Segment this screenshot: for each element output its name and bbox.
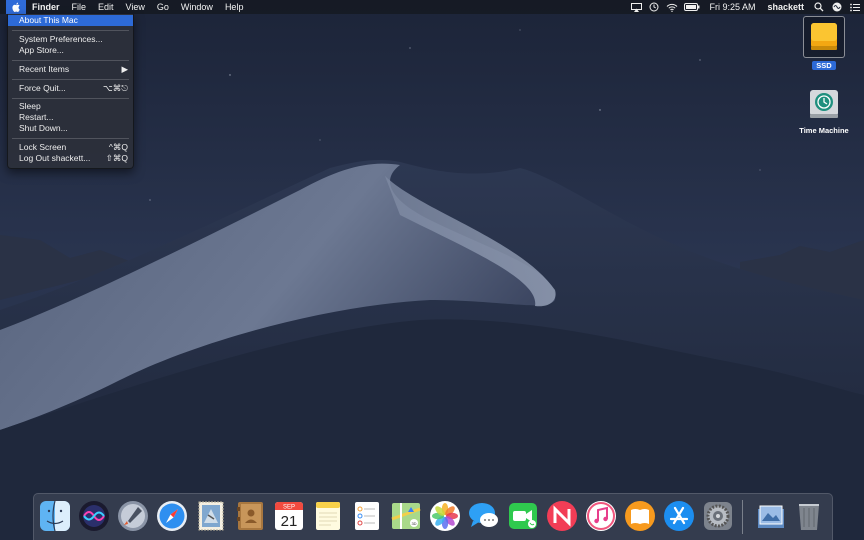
menu-go[interactable]: Go: [151, 0, 175, 14]
menu-item-shut-down[interactable]: Shut Down...: [8, 123, 133, 134]
dock-system-preferences[interactable]: [701, 499, 735, 533]
time-machine-status-icon[interactable]: [645, 0, 663, 14]
svg-text:3D: 3D: [411, 521, 416, 526]
safari-compass-icon: [157, 501, 187, 531]
menu-item-system-preferences[interactable]: System Preferences...: [8, 34, 133, 45]
menu-window[interactable]: Window: [175, 0, 219, 14]
spotlight-search-icon[interactable]: [810, 0, 828, 14]
dock-facetime[interactable]: [506, 499, 540, 533]
menu-edit[interactable]: Edit: [92, 0, 120, 14]
menu-item-lock-screen[interactable]: Lock Screen ^⌘Q: [8, 142, 133, 153]
messages-bubble-icon: [469, 503, 498, 527]
calendar-month: SEP: [283, 505, 295, 511]
apple-menu-button[interactable]: [6, 0, 26, 14]
dock-reminders[interactable]: [350, 499, 384, 533]
dock-news[interactable]: [545, 499, 579, 533]
dock-calendar[interactable]: SEP 21: [272, 499, 306, 533]
drive-icon: [803, 16, 845, 58]
dock-downloads[interactable]: [754, 499, 788, 533]
contacts-book-icon: [237, 502, 263, 530]
battery-icon[interactable]: [681, 0, 703, 14]
notes-icon: [316, 502, 340, 530]
dock-books[interactable]: [623, 499, 657, 533]
menu-bar: Finder File Edit View Go Window Help Fri…: [0, 0, 864, 14]
menubar-clock[interactable]: Fri 9:25 AM: [703, 0, 761, 14]
menu-item-sleep[interactable]: Sleep: [8, 101, 133, 112]
dock-siri[interactable]: [77, 499, 111, 533]
time-machine-drive-icon: [810, 90, 838, 118]
finder-icon: [40, 500, 70, 532]
dock-itunes[interactable]: [584, 499, 618, 533]
desktop-icon-time-machine[interactable]: Time Machine: [795, 86, 853, 135]
menu-finder[interactable]: Finder: [26, 0, 66, 14]
desktop-icon-label: Time Machine: [799, 126, 849, 135]
airplay-icon[interactable]: [627, 0, 645, 14]
menu-item-recent-items[interactable]: Recent Items ▶: [8, 64, 133, 75]
siri-icon: [79, 501, 109, 531]
dock-app-store[interactable]: [662, 499, 696, 533]
menu-file[interactable]: File: [66, 0, 93, 14]
dock: SEP 21 3D: [33, 493, 833, 540]
menu-separator: [12, 138, 129, 139]
menu-separator: [12, 60, 129, 61]
wifi-icon[interactable]: [663, 0, 681, 14]
gear-icon: [704, 502, 732, 530]
news-icon: [547, 501, 577, 531]
apple-logo-icon: [11, 2, 20, 12]
trash-icon: [799, 504, 819, 530]
dock-messages[interactable]: [467, 499, 501, 533]
dock-maps[interactable]: 3D: [389, 499, 423, 533]
menu-separator: [12, 98, 129, 99]
menu-item-app-store[interactable]: App Store...: [8, 45, 133, 56]
photos-flower-icon: [430, 501, 460, 531]
dock-finder[interactable]: [38, 499, 72, 533]
dock-launchpad[interactable]: [116, 499, 150, 533]
dock-mail[interactable]: [194, 499, 228, 533]
siri-icon[interactable]: [828, 0, 846, 14]
apple-dropdown-menu: About This Mac System Preferences... App…: [7, 14, 134, 169]
facetime-camera-icon: [509, 503, 537, 529]
maps-icon: 3D: [391, 503, 421, 529]
launchpad-rocket-icon: [118, 501, 148, 531]
dock-notes[interactable]: [311, 499, 345, 533]
dock-photos[interactable]: [428, 499, 462, 533]
downloads-stack-icon: [758, 505, 784, 528]
notification-center-icon[interactable]: [846, 0, 864, 14]
menu-item-restart[interactable]: Restart...: [8, 112, 133, 123]
app-store-icon: [664, 501, 694, 531]
calendar-day: 21: [281, 513, 298, 530]
menu-separator: [12, 79, 129, 80]
menu-item-force-quit[interactable]: Force Quit... ⌥⌘⎋: [8, 83, 133, 94]
desktop-icon-ssd[interactable]: SSD: [800, 16, 848, 70]
calendar-icon: SEP 21: [275, 502, 303, 530]
itunes-note-icon: [586, 501, 616, 531]
reminders-icon: [355, 502, 379, 530]
dock-divider: [742, 500, 743, 534]
books-icon: [625, 501, 655, 531]
dock-contacts[interactable]: [233, 499, 267, 533]
menu-item-log-out[interactable]: Log Out shackett... ⇧⌘Q: [8, 153, 133, 164]
dock-safari[interactable]: [155, 499, 189, 533]
menubar-user[interactable]: shackett: [761, 0, 810, 14]
mail-stamp-icon: [198, 501, 224, 531]
submenu-arrow-icon: ▶: [121, 64, 128, 74]
menu-separator: [12, 30, 129, 31]
menu-view[interactable]: View: [120, 0, 151, 14]
desktop-icon-label: SSD: [812, 61, 836, 70]
dock-trash[interactable]: [792, 499, 826, 533]
menu-help[interactable]: Help: [219, 0, 250, 14]
menu-item-about-this-mac[interactable]: About This Mac: [8, 15, 133, 26]
